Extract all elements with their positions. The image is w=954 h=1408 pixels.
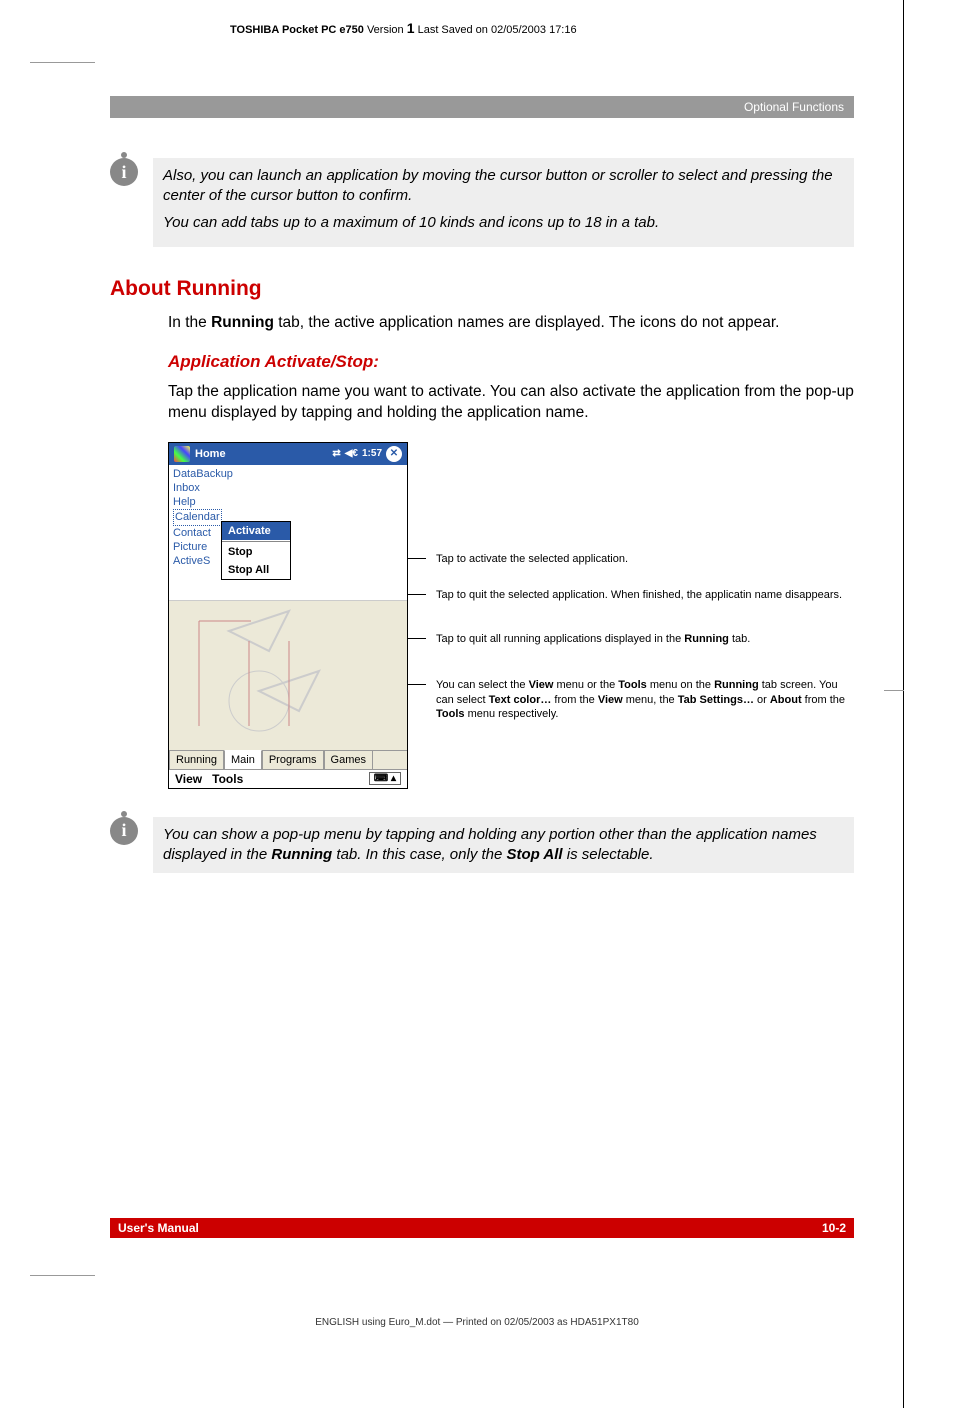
speaker-icon: ◀€	[345, 448, 358, 459]
device-screenshot: Home ⇄ ◀€ 1:57 ✕ DataBackup Inbox Help C…	[168, 442, 408, 789]
popup-stopall[interactable]: Stop All	[222, 561, 290, 579]
list-item[interactable]: Inbox	[173, 481, 403, 495]
info-icon: i	[110, 817, 138, 845]
crop-mark-bottom-left	[30, 1275, 95, 1276]
callout-menus: You can select the View menu or the Tool…	[426, 678, 854, 721]
tab-programs[interactable]: Programs	[262, 750, 324, 769]
body-text-1: In the Running tab, the active applicati…	[168, 313, 854, 334]
page-header: TOSHIBA Pocket PC e750 Version 1 Last Sa…	[230, 20, 854, 36]
popup-activate[interactable]: Activate	[222, 522, 290, 540]
selected-app: Calendar	[173, 509, 222, 525]
heading-about-running: About Running	[110, 277, 854, 301]
device-tabs: Running Main Programs Games	[169, 750, 407, 769]
info-text-1: Also, you can launch an application by m…	[153, 158, 854, 247]
clock-time: 1:57	[362, 448, 382, 459]
callout-activate: Tap to activate the selected application…	[426, 552, 854, 566]
product-name: TOSHIBA Pocket PC e750	[230, 24, 364, 36]
section-bar: Optional Functions	[110, 96, 854, 118]
connectivity-icon: ⇄	[332, 448, 340, 459]
context-popup: Activate Stop Stop All	[221, 521, 291, 581]
device-menubar: View Tools ⌨ ▴	[169, 769, 407, 788]
list-item[interactable]: Help	[173, 495, 403, 509]
version-label: Version	[367, 24, 404, 36]
menu-view[interactable]: View	[175, 772, 202, 786]
crop-mark-top-left	[30, 62, 95, 63]
info-text-2: You can show a pop-up menu by tapping an…	[153, 817, 854, 874]
device-canvas-area	[169, 600, 407, 750]
heading-application-activate: Application Activate/Stop:	[168, 352, 854, 372]
callout-stopall: Tap to quit all running applications dis…	[426, 632, 854, 646]
menu-tools[interactable]: Tools	[212, 772, 243, 786]
save-info: Last Saved on 02/05/2003 17:16	[418, 24, 577, 36]
section-label: Optional Functions	[744, 100, 844, 114]
tab-main[interactable]: Main	[224, 750, 262, 769]
version-number: 1	[407, 20, 415, 36]
windows-flag-icon	[174, 446, 190, 462]
tab-games[interactable]: Games	[324, 750, 373, 769]
device-titlebar: Home ⇄ ◀€ 1:57 ✕	[169, 443, 407, 465]
callout-stop: Tap to quit the selected application. Wh…	[426, 588, 854, 602]
figure-row: Home ⇄ ◀€ 1:57 ✕ DataBackup Inbox Help C…	[168, 442, 854, 789]
info1-p1: Also, you can launch an application by m…	[163, 166, 844, 207]
list-item[interactable]: DataBackup	[173, 467, 403, 481]
callouts-column: Tap to activate the selected application…	[426, 442, 854, 789]
popup-stop[interactable]: Stop	[222, 543, 290, 561]
body1-bold: Running	[211, 314, 274, 331]
status-icons: ⇄ ◀€ 1:57 ✕	[332, 446, 402, 462]
watermark-arrows	[169, 601, 409, 751]
footer-bar: User's Manual 10-2	[110, 1218, 854, 1238]
info-icon: i	[110, 158, 138, 186]
info-note-1: i Also, you can launch an application by…	[110, 158, 854, 247]
close-icon[interactable]: ✕	[386, 446, 402, 462]
body1-pre: In the	[168, 314, 211, 331]
app-title: Home	[195, 448, 226, 460]
keyboard-icon[interactable]: ⌨ ▴	[369, 772, 401, 785]
leader-lines	[408, 442, 448, 792]
info-note-2: i You can show a pop-up menu by tapping …	[110, 817, 854, 874]
body-text-2: Tap the application name you want to act…	[168, 382, 854, 424]
print-info-line: ENGLISH using Euro_M.dot — Printed on 02…	[0, 1317, 954, 1328]
info1-p2: You can add tabs up to a maximum of 10 k…	[163, 213, 844, 233]
body1-post: tab, the active application names are di…	[274, 314, 780, 331]
tab-running[interactable]: Running	[169, 750, 224, 769]
running-app-list: DataBackup Inbox Help Calendar Contact P…	[169, 465, 407, 600]
page-content: TOSHIBA Pocket PC e750 Version 1 Last Sa…	[0, 0, 954, 1408]
footer-page-number: 10-2	[822, 1221, 846, 1235]
footer-left: User's Manual	[118, 1221, 199, 1235]
